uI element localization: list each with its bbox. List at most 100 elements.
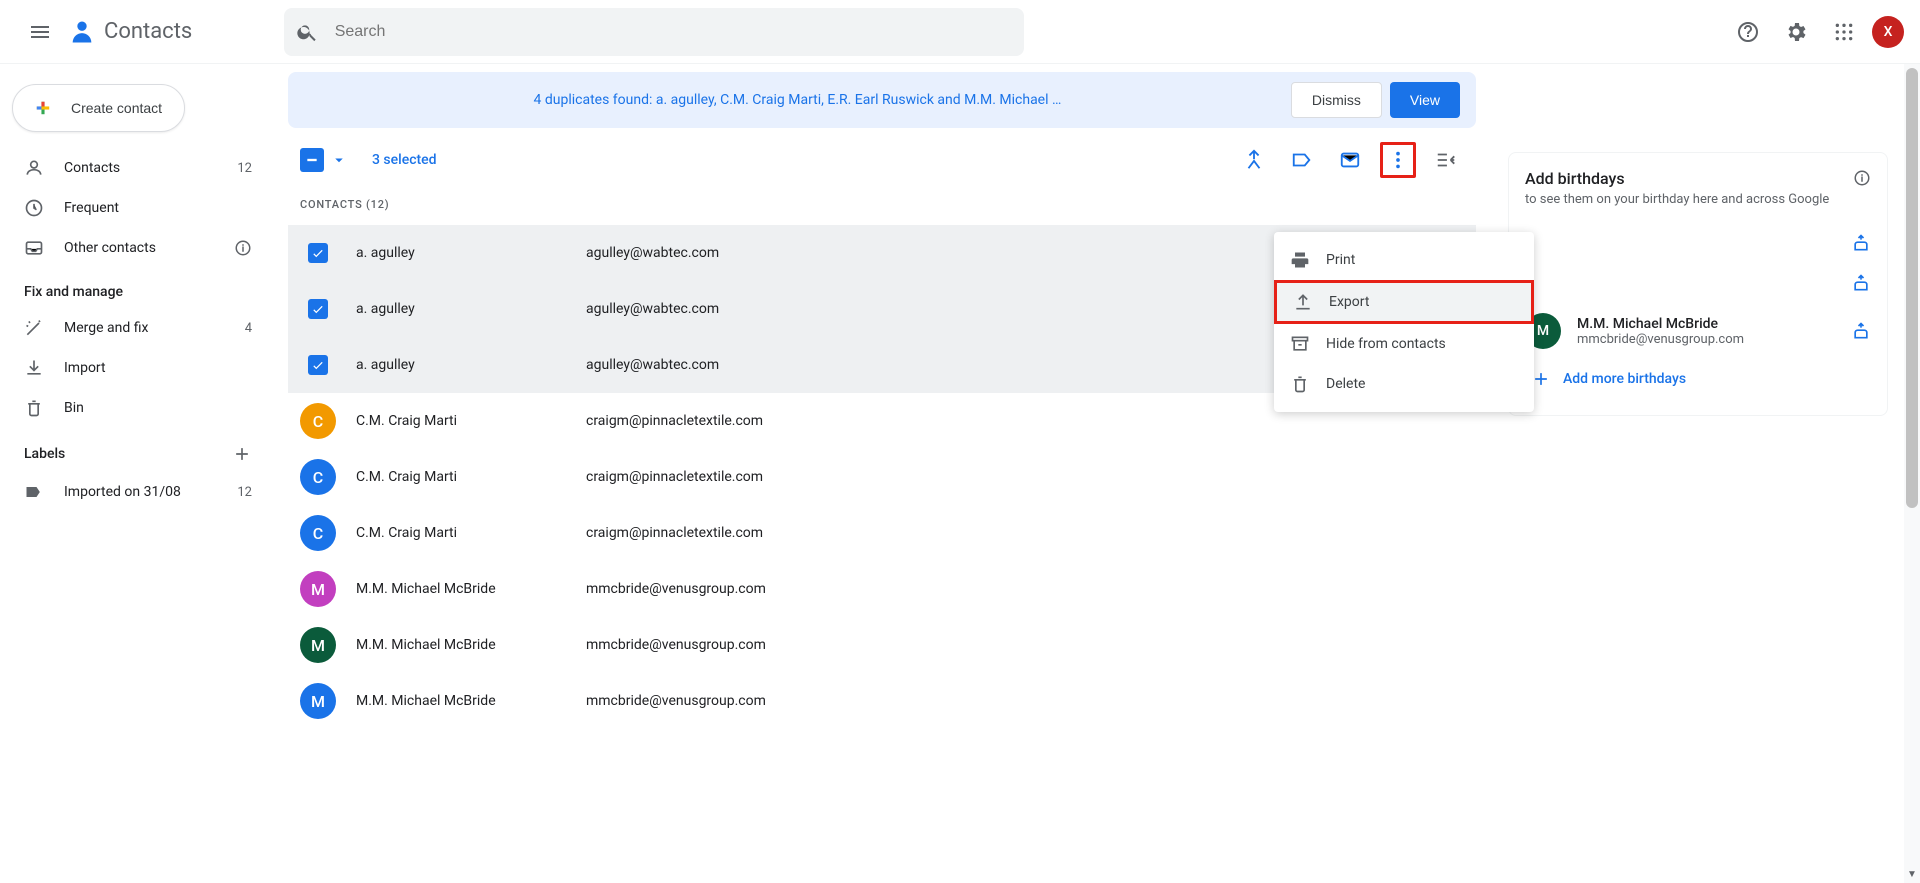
account-avatar[interactable]: X [1872, 16, 1904, 48]
indeterminate-icon [305, 153, 319, 167]
export-icon [1293, 292, 1313, 312]
app-logo[interactable]: Contacts [68, 18, 192, 46]
sidebar-label-item[interactable]: Imported on 31/08 12 [0, 472, 268, 512]
selection-dropdown[interactable] [330, 151, 348, 169]
view-button[interactable]: View [1390, 82, 1460, 118]
card-title: Add birthdays [1525, 169, 1871, 188]
main-menu-button[interactable] [16, 8, 64, 56]
sidebar-item-bin[interactable]: Bin [0, 388, 268, 428]
email-action[interactable] [1332, 142, 1368, 178]
labels-title: Labels [24, 446, 65, 462]
menu-item-hide[interactable]: Hide from contacts [1274, 324, 1534, 364]
check-icon [311, 246, 325, 260]
sidebar-item-count: 12 [237, 161, 252, 176]
birthday-suggestion-row[interactable] [1525, 223, 1871, 263]
menu-item-export[interactable]: Export [1274, 280, 1534, 324]
app-title: Contacts [104, 19, 192, 44]
header-right: X [1728, 12, 1904, 52]
contact-name: C.M. Craig Marti [356, 413, 586, 429]
user-icon [24, 158, 44, 178]
sidebar-item-other-contacts[interactable]: Other contacts [0, 228, 268, 268]
birthday-suggestion-row[interactable]: M M.M. Michael McBride mmcbride@venusgro… [1525, 303, 1871, 359]
archive-icon [1290, 334, 1310, 354]
apps-button[interactable] [1824, 12, 1864, 52]
more-actions-button[interactable] [1380, 142, 1416, 178]
contact-email: mmcbride@venusgroup.com [586, 693, 766, 709]
menu-item-label: Hide from contacts [1326, 336, 1446, 352]
contact-email: craigm@pinnacletextile.com [586, 469, 763, 485]
sidebar-item-import[interactable]: Import [0, 348, 268, 388]
row-checkbox[interactable] [300, 243, 336, 263]
contact-row[interactable]: MM.M. Michael McBridemmcbride@venusgroup… [288, 561, 1476, 617]
section-labels-header: Labels [0, 428, 268, 472]
contact-name: M.M. Michael McBride [356, 581, 586, 597]
apps-icon [1834, 22, 1854, 42]
scrollbar[interactable]: ▼ [1904, 64, 1920, 883]
trash-icon [1290, 374, 1310, 394]
clock-icon [24, 198, 44, 218]
help-icon [1736, 20, 1760, 44]
contact-avatar: C [300, 403, 336, 439]
contact-avatar: M [300, 683, 336, 719]
mail-icon [1339, 149, 1361, 171]
contact-row[interactable]: C C.M. Craig Marticraigm@pinnacletextile.… [288, 505, 1476, 561]
create-contact-button[interactable]: Create contact [12, 84, 185, 132]
contact-email: mmcbride@venusgroup.com [586, 581, 766, 597]
label-icon [24, 482, 44, 502]
contact-avatar: C [300, 515, 336, 551]
row-checkbox[interactable] [300, 299, 336, 319]
contact-row[interactable]: MM.M. Michael McBridemmcbride@venusgroup… [288, 617, 1476, 673]
side-panel-toggle[interactable] [1428, 142, 1464, 178]
plus-icon [1531, 369, 1551, 389]
wand-icon [24, 318, 44, 338]
merge-action[interactable] [1236, 142, 1272, 178]
menu-item-delete[interactable]: Delete [1274, 364, 1534, 404]
contact-avatar: M [300, 627, 336, 663]
contact-name: C.M. Craig Marti [356, 525, 586, 541]
menu-item-label: Print [1326, 252, 1355, 268]
info-icon[interactable] [234, 239, 252, 257]
settings-button[interactable] [1776, 12, 1816, 52]
add-label-button[interactable] [232, 444, 252, 464]
search-box[interactable] [284, 8, 1024, 56]
cake-icon[interactable] [1851, 321, 1871, 341]
contact-name: M.M. Michael McBride [1577, 316, 1835, 332]
sidebar: Create contact Contacts 12 Frequent Othe… [0, 64, 280, 883]
contact-email: agulley@wabtec.com [586, 245, 719, 261]
search-input[interactable] [335, 23, 1012, 41]
menu-item-label: Delete [1326, 376, 1365, 392]
add-more-birthdays[interactable]: Add more birthdays [1525, 359, 1871, 399]
sidebar-item-count: 12 [237, 485, 252, 500]
scroll-down-arrow[interactable]: ▼ [1906, 869, 1918, 881]
info-icon[interactable] [1853, 169, 1871, 187]
plus-icon [232, 444, 252, 464]
contact-name: M.M. Michael McBride [356, 693, 586, 709]
side-panel-icon [1435, 149, 1457, 171]
contact-row[interactable]: M M.M. Michael McBridemmcbride@venusgroup… [288, 673, 1476, 729]
contact-email: craigm@pinnacletextile.com [586, 525, 763, 541]
sidebar-item-merge-and-fix[interactable]: Merge and fix 4 [0, 308, 268, 348]
scroll-thumb[interactable] [1906, 68, 1918, 508]
contact-email: mmcbride@venusgroup.com [1577, 332, 1835, 347]
sidebar-item-label: Frequent [64, 200, 252, 216]
add-more-label: Add more birthdays [1563, 371, 1686, 387]
row-checkbox[interactable] [300, 355, 336, 375]
sidebar-item-contacts[interactable]: Contacts 12 [0, 148, 268, 188]
select-all-checkbox[interactable] [300, 148, 324, 172]
cake-icon[interactable] [1851, 233, 1871, 253]
dismiss-button[interactable]: Dismiss [1291, 82, 1382, 118]
sidebar-item-frequent[interactable]: Frequent [0, 188, 268, 228]
main-content: 4 duplicates found: a. agulley, C.M. Cra… [280, 64, 1920, 883]
search-container [284, 8, 1024, 56]
menu-item-print[interactable]: Print [1274, 240, 1534, 280]
label-action[interactable] [1284, 142, 1320, 178]
birthday-suggestion-row[interactable] [1525, 263, 1871, 303]
sidebar-item-count: 4 [245, 321, 252, 336]
contact-name: C.M. Craig Marti [356, 469, 586, 485]
cake-icon[interactable] [1851, 273, 1871, 293]
help-button[interactable] [1728, 12, 1768, 52]
contacts-icon [68, 18, 96, 46]
sidebar-item-label: Merge and fix [64, 320, 245, 336]
contact-row[interactable]: CC.M. Craig Marticraigm@pinnacletextile.… [288, 449, 1476, 505]
sidebar-item-label: Imported on 31/08 [64, 484, 237, 500]
